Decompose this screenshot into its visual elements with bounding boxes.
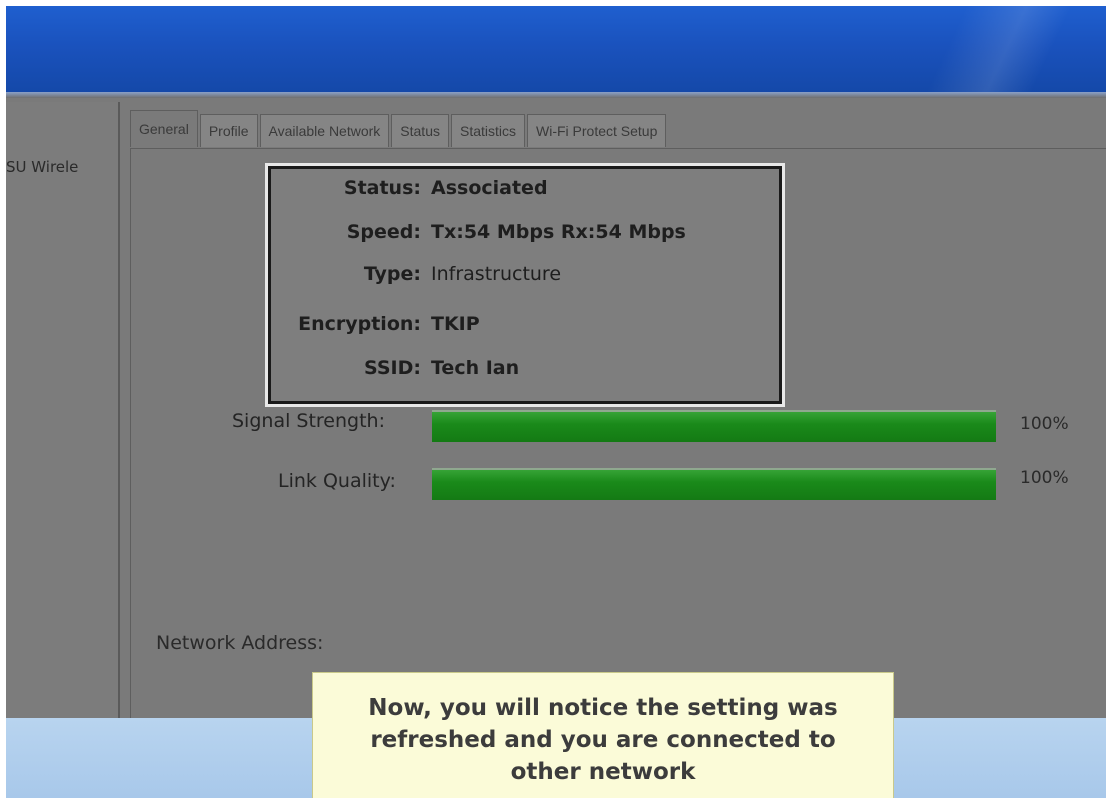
- adapter-list-panel[interactable]: SU Wirele: [6, 102, 120, 722]
- speed-key: Speed:: [346, 221, 421, 243]
- tutorial-caption: Now, you will notice the setting was ref…: [312, 672, 894, 798]
- signal-strength-bar: [432, 410, 996, 442]
- title-bar-edge: [6, 92, 1106, 98]
- ssid-value: Tech Ian: [431, 357, 520, 379]
- ssid-row: SSID: Tech Ian: [271, 357, 779, 387]
- tab-wifi-protect-setup[interactable]: Wi-Fi Protect Setup: [527, 114, 667, 147]
- tab-statistics[interactable]: Statistics: [451, 114, 526, 147]
- tab-status[interactable]: Status: [391, 114, 449, 147]
- type-value: Infrastructure: [431, 263, 562, 285]
- screen-frame: SU Wirele General Profile Available Netw…: [6, 6, 1106, 798]
- ssid-key: SSID:: [364, 357, 421, 379]
- link-quality-fill: [432, 470, 996, 500]
- speed-row: Speed: Tx:54 Mbps Rx:54 Mbps: [271, 221, 779, 251]
- encryption-row: Encryption: TKIP: [271, 313, 779, 343]
- link-quality-bar: [432, 468, 996, 500]
- signal-strength-percent: 100%: [1020, 414, 1069, 434]
- signal-strength-fill: [432, 412, 996, 442]
- connection-info-box: Status: Associated Speed: Tx:54 Mbps Rx:…: [268, 166, 782, 404]
- link-quality-label: Link Quality:: [278, 470, 396, 492]
- speed-value: Tx:54 Mbps Rx:54 Mbps: [431, 221, 686, 243]
- status-key: Status:: [343, 177, 421, 199]
- encryption-key: Encryption:: [298, 313, 421, 335]
- tab-profile[interactable]: Profile: [199, 114, 258, 147]
- tab-general[interactable]: General: [130, 110, 198, 147]
- signal-strength-label: Signal Strength:: [232, 410, 385, 432]
- link-quality-percent: 100%: [1020, 468, 1069, 488]
- type-key: Type:: [363, 263, 421, 285]
- window-title-bar: [6, 6, 1106, 94]
- adapter-list-item[interactable]: SU Wirele: [6, 158, 118, 176]
- tab-bar: General Profile Available Network Status…: [130, 110, 668, 148]
- title-bar-sheen: [846, 6, 1106, 94]
- tab-available-network[interactable]: Available Network: [259, 114, 390, 147]
- network-address-label: Network Address:: [156, 632, 324, 654]
- type-row: Type: Infrastructure: [271, 263, 779, 293]
- status-row: Status: Associated: [271, 177, 779, 207]
- encryption-value: TKIP: [431, 313, 480, 335]
- status-value: Associated: [431, 177, 548, 199]
